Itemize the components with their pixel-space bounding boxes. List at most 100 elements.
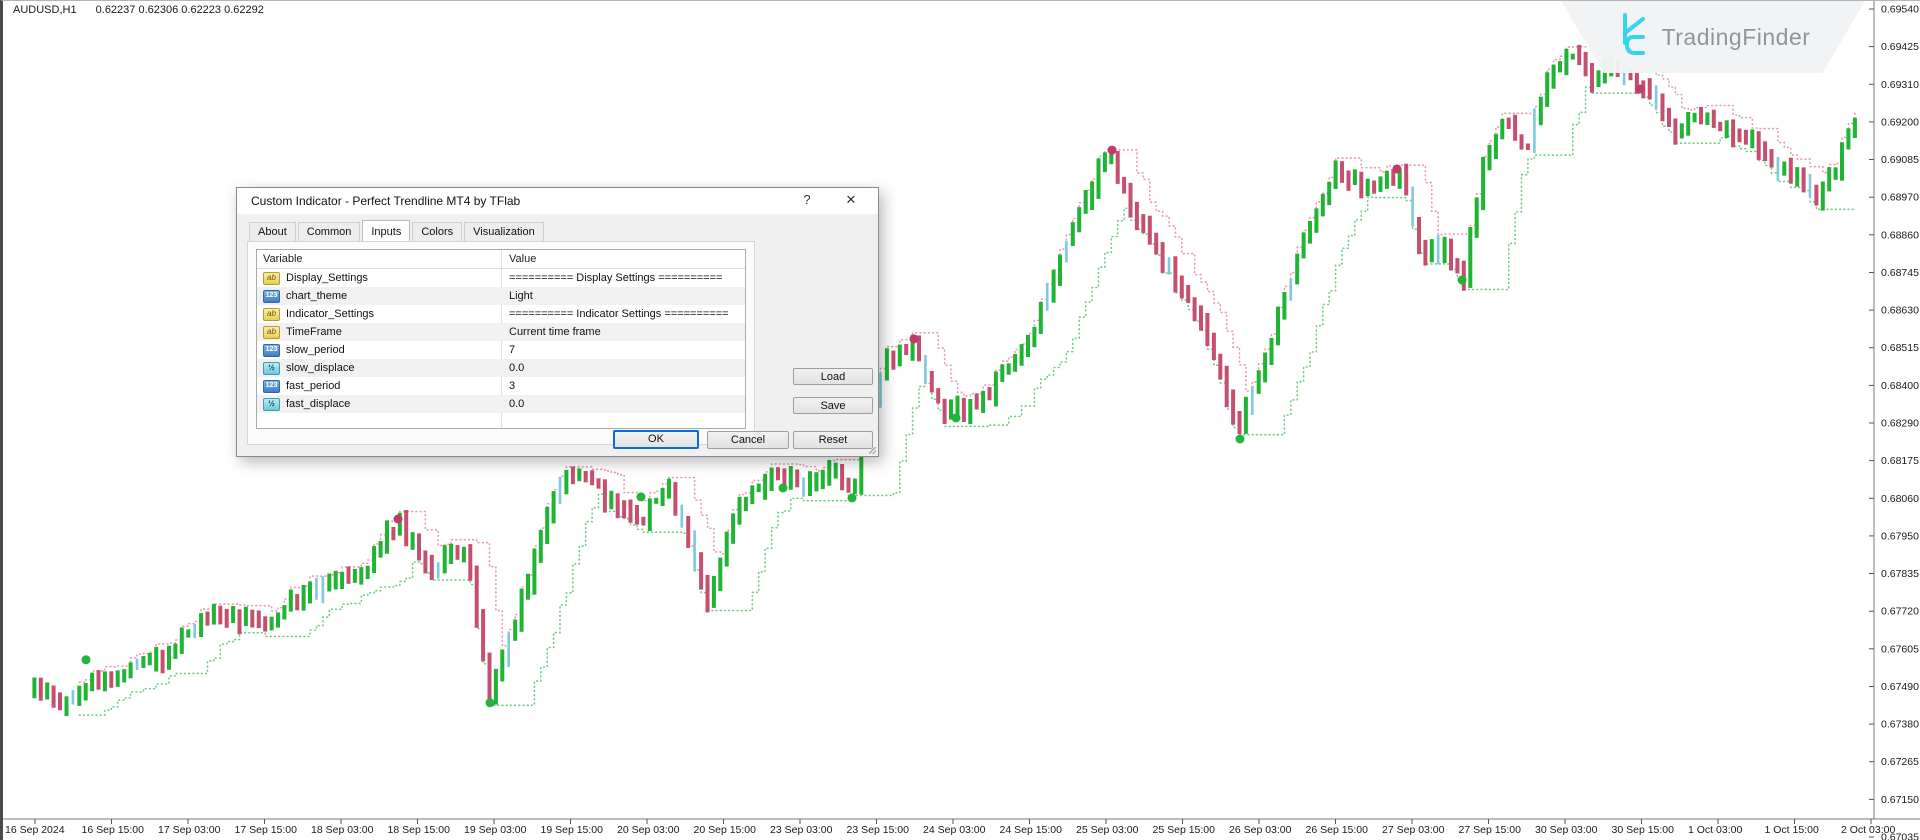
dialog-title: Custom Indicator - Perfect Trendline MT4… <box>251 194 520 208</box>
svg-text:27 Sep 03:00: 27 Sep 03:00 <box>1382 824 1445 836</box>
123-type-icon: 123 <box>263 344 280 357</box>
reset-button[interactable]: Reset <box>793 431 873 449</box>
dialog-titlebar[interactable]: Custom Indicator - Perfect Trendline MT4… <box>237 188 878 214</box>
svg-text:0.67380: 0.67380 <box>1881 719 1919 731</box>
resize-grip[interactable] <box>869 447 876 454</box>
svg-text:0.67150: 0.67150 <box>1881 794 1919 806</box>
parameter-row-fast_period[interactable]: 123fast_period3 <box>257 377 745 395</box>
parameters-table: Variable Value abDisplay_Settings=======… <box>256 249 746 429</box>
svg-text:2 Oct 03:00: 2 Oct 03:00 <box>1841 824 1895 836</box>
parameter-name: TimeFrame <box>286 323 342 341</box>
svg-text:18 Sep 15:00: 18 Sep 15:00 <box>388 824 451 836</box>
parameter-value[interactable]: ========== Indicator Settings ========== <box>501 305 745 323</box>
price-axis[interactable]: 0.69540 0.69425 0.69310 0.69200 0.69085 0.689… <box>1869 4 1919 840</box>
variable-column-header: Variable <box>257 250 501 268</box>
parameter-name: slow_period <box>286 341 345 359</box>
svg-text:0.68970: 0.68970 <box>1881 192 1919 204</box>
svg-text:1 Oct 15:00: 1 Oct 15:00 <box>1765 824 1819 836</box>
svg-text:23 Sep 03:00: 23 Sep 03:00 <box>770 824 833 836</box>
half-type-icon: ½ <box>263 398 280 411</box>
svg-text:25 Sep 03:00: 25 Sep 03:00 <box>1076 824 1139 836</box>
ab-type-icon: ab <box>263 272 280 285</box>
svg-text:16 Sep 15:00: 16 Sep 15:00 <box>82 824 145 836</box>
tradingfinder-watermark: TradingFinder <box>1561 1 1865 73</box>
svg-text:20 Sep 03:00: 20 Sep 03:00 <box>617 824 680 836</box>
ohlc-values: 0.62237 0.62306 0.62223 0.62292 <box>96 4 264 16</box>
parameter-row-Display_Settings[interactable]: abDisplay_Settings========== Display Set… <box>257 269 745 287</box>
load-button[interactable]: Load <box>793 368 873 385</box>
svg-text:24 Sep 15:00: 24 Sep 15:00 <box>1000 824 1063 836</box>
cancel-button[interactable]: Cancel <box>707 431 789 449</box>
tab-colors[interactable]: Colors <box>412 222 462 241</box>
svg-text:0.67835: 0.67835 <box>1881 568 1919 580</box>
svg-text:0.67265: 0.67265 <box>1881 756 1919 768</box>
tab-common[interactable]: Common <box>298 222 361 241</box>
123-type-icon: 123 <box>263 290 280 303</box>
table-header-row: Variable Value <box>257 250 745 269</box>
svg-text:0.69310: 0.69310 <box>1881 79 1919 91</box>
svg-text:0.67950: 0.67950 <box>1881 530 1919 542</box>
svg-text:0.68290: 0.68290 <box>1881 418 1919 430</box>
tab-inputs[interactable]: Inputs <box>362 220 410 241</box>
parameter-name: chart_theme <box>286 287 347 305</box>
123-type-icon: 123 <box>263 380 280 393</box>
svg-text:0.69540: 0.69540 <box>1881 4 1919 16</box>
parameter-row-chart_theme[interactable]: 123 chart_theme Light <box>257 287 745 305</box>
svg-text:19 Sep 03:00: 19 Sep 03:00 <box>464 824 527 836</box>
svg-text:0.68060: 0.68060 <box>1881 493 1919 505</box>
svg-text:0.69200: 0.69200 <box>1881 116 1919 128</box>
svg-text:17 Sep 03:00: 17 Sep 03:00 <box>158 824 221 836</box>
indicator-properties-dialog: Custom Indicator - Perfect Trendline MT4… <box>236 187 879 457</box>
tab-about[interactable]: About <box>249 222 296 241</box>
svg-text:0.69085: 0.69085 <box>1881 154 1919 166</box>
svg-text:0.68860: 0.68860 <box>1881 229 1919 241</box>
svg-text:0.67490: 0.67490 <box>1881 681 1919 693</box>
symbol-label: AUDUSD,H1 <box>13 4 77 16</box>
svg-text:0.68400: 0.68400 <box>1881 380 1919 392</box>
mt4-chart-window: 0.69540 0.69425 0.69310 0.69200 0.69085 0.689… <box>0 0 1920 840</box>
svg-text:1 Oct 03:00: 1 Oct 03:00 <box>1688 824 1742 836</box>
svg-text:0.67605: 0.67605 <box>1881 643 1919 655</box>
svg-text:27 Sep 15:00: 27 Sep 15:00 <box>1459 824 1522 836</box>
parameter-name: fast_displace <box>286 395 350 413</box>
parameter-value[interactable]: Current time frame <box>501 323 745 341</box>
parameter-value[interactable]: 0.0 <box>501 395 745 413</box>
time-axis[interactable]: 16 Sep 202416 Sep 15:0017 Sep 03:0017 Se… <box>5 819 1895 836</box>
parameter-value[interactable]: ========== Display Settings ========== <box>501 269 745 287</box>
value-column-header: Value <box>501 250 745 268</box>
svg-text:0.67720: 0.67720 <box>1881 606 1919 618</box>
svg-text:0.68745: 0.68745 <box>1881 267 1919 279</box>
dialog-tab-strip: AboutCommonInputsColorsVisualization <box>249 221 546 241</box>
svg-text:19 Sep 15:00: 19 Sep 15:00 <box>541 824 604 836</box>
help-button[interactable]: ? <box>794 192 820 210</box>
parameter-name: slow_displace <box>286 359 354 377</box>
close-icon[interactable]: ✕ <box>838 192 864 210</box>
svg-text:0.68175: 0.68175 <box>1881 455 1919 467</box>
parameter-row-fast_displace[interactable]: ½ fast_displace 0.0 <box>257 395 745 413</box>
svg-text:0.69425: 0.69425 <box>1881 41 1919 53</box>
svg-text:23 Sep 15:00: 23 Sep 15:00 <box>847 824 910 836</box>
ab-type-icon: ab <box>263 308 280 321</box>
svg-text:20 Sep 15:00: 20 Sep 15:00 <box>694 824 757 836</box>
inputs-tab-page: Variable Value abDisplay_Settings=======… <box>247 241 755 445</box>
svg-text:30 Sep 15:00: 30 Sep 15:00 <box>1612 824 1675 836</box>
parameter-row-slow_period[interactable]: 123 slow_period 7 <box>257 341 745 359</box>
save-button[interactable]: Save <box>793 397 873 414</box>
parameter-value[interactable]: 7 <box>501 341 745 359</box>
svg-text:25 Sep 15:00: 25 Sep 15:00 <box>1153 824 1216 836</box>
svg-text:0.68515: 0.68515 <box>1881 342 1919 354</box>
tradingfinder-brand-text: TradingFinder <box>1662 24 1811 51</box>
svg-text:26 Sep 03:00: 26 Sep 03:00 <box>1229 824 1292 836</box>
parameter-row-slow_displace[interactable]: ½ slow_displace 0.0 <box>257 359 745 377</box>
parameter-row-TimeFrame[interactable]: abTimeFrameCurrent time frame <box>257 323 745 341</box>
parameter-row-Indicator_Settings[interactable]: ab Indicator_Settings ========== Indicator… <box>257 305 745 323</box>
tab-visualization[interactable]: Visualization <box>464 222 544 241</box>
ok-button[interactable]: OK <box>613 430 699 449</box>
half-type-icon: ½ <box>263 362 280 375</box>
symbol-ohlc-readout: AUDUSD,H1 0.62237 0.62306 0.62223 0.6229… <box>13 4 264 16</box>
svg-text:16 Sep 2024: 16 Sep 2024 <box>5 824 65 836</box>
parameter-value[interactable]: 3 <box>501 377 745 395</box>
parameter-value[interactable]: Light <box>501 287 745 305</box>
parameter-name: Indicator_Settings <box>286 305 374 323</box>
parameter-value[interactable]: 0.0 <box>501 359 745 377</box>
